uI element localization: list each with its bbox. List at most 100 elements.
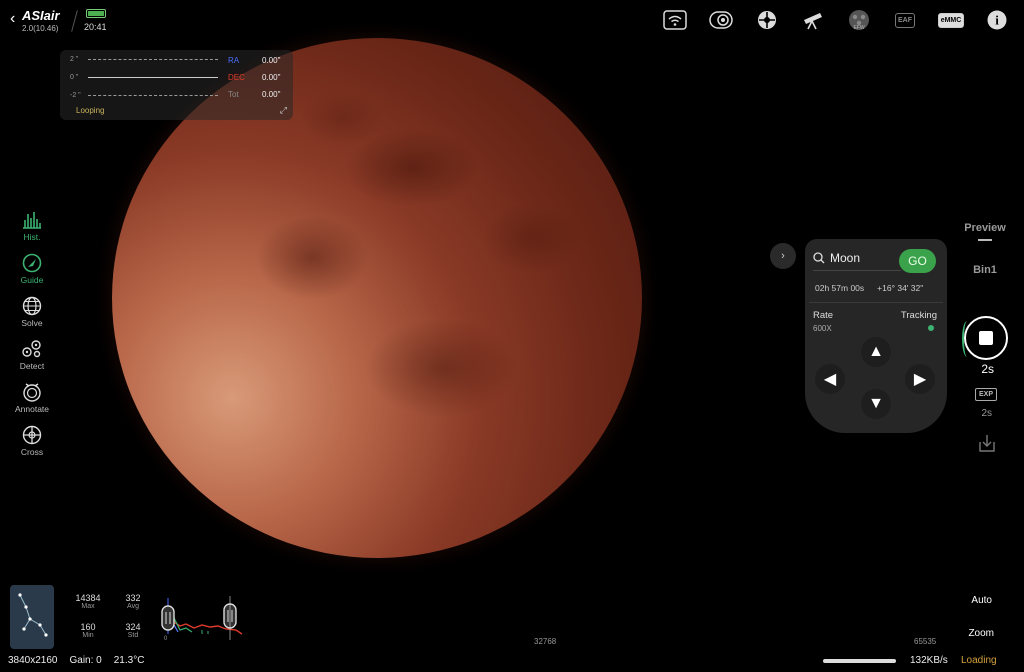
guide-status: Looping [76,106,105,115]
info-icon[interactable]: i [980,8,1014,32]
tool-guide[interactable]: Guide [10,253,54,296]
tool-label: Solve [21,318,43,328]
annotate-icon [23,383,41,402]
panel-collapse-button[interactable]: › [770,243,796,269]
tracking-status-dot [928,325,934,331]
status-bar: 3840x2160 Gain: 0 21.3°C [8,655,144,666]
search-icon [813,251,825,263]
guide-icon [22,253,42,273]
graph-row-top: 2 " [70,56,218,63]
emmc-label: eMMC [937,12,965,28]
crosshair-icon [22,425,42,445]
bin-setting[interactable]: Bin1 [962,264,1008,276]
stat-value: 324 [125,622,141,632]
stat-value: 160 [80,622,96,632]
stat-label: Max [81,603,95,610]
tool-solve[interactable]: Solve [10,296,54,339]
move-south-button[interactable]: ▼ [861,389,891,419]
stop-button[interactable] [962,316,1008,360]
stat-max: 14384 Max [70,593,106,610]
stat-value: 332 [125,593,141,603]
tool-label: Detect [19,361,45,371]
graph-line [88,95,218,96]
move-east-button[interactable]: ▶ [905,364,935,394]
stat-label: Min [82,632,94,639]
download-icon[interactable] [977,433,997,453]
y-label-mid: 0 " [70,74,79,81]
preview-indicator [978,239,992,241]
dec-label: DEC [228,73,245,82]
efw-label: EFW [853,25,864,31]
tool-cross[interactable]: Cross [10,425,54,468]
globe-icon [22,296,42,316]
move-west-button[interactable]: ◀ [815,364,845,394]
guide-graph[interactable]: 2 " 0 " -2 " RA DEC Tot 0.00" 0.00" 0.00… [60,50,293,120]
loading-status: Loading [961,655,997,666]
target-name: Moon [830,250,861,265]
ra-value: 0.00" [262,56,281,65]
stat-avg: 332 Avg [115,593,151,610]
move-north-button[interactable]: ▲ [861,337,891,367]
constellation-thumbnail[interactable] [10,585,54,649]
constellation-icon [18,593,48,637]
target-dec: +16° 34' 32" [877,283,924,293]
preview-mode[interactable]: Preview [962,222,1008,234]
gain: Gain: 0 [69,655,102,666]
tool-label: Hist. [23,232,41,242]
target-search[interactable]: Moon [813,245,901,271]
histogram-black-handle[interactable] [161,605,175,631]
tool-label: Guide [20,275,44,285]
divider [809,302,943,303]
target-coordinates: 02h 57m 00s +16° 34' 32" [815,283,923,293]
tot-label: Tot [228,90,239,99]
tool-label: Cross [20,447,44,457]
stop-icon [979,331,993,345]
hist-zero-label: 0 [164,636,168,640]
expand-icon[interactable]: ⤢ [280,105,287,116]
stat-value: 14384 [75,593,101,603]
histogram-icon [23,212,41,229]
exposure-setting[interactable]: 2s [981,408,992,419]
resolution: 3840x2160 [8,655,58,666]
left-toolbar: Hist. Guide Solve Detect Annotate Cross [10,210,54,468]
stat-std: 324 Std [115,622,151,639]
go-button[interactable]: GO [899,249,936,273]
y-label-top: 2 " [70,56,79,63]
rate-label[interactable]: Rate [813,310,833,321]
exp-button[interactable]: EXP [974,388,997,401]
rate-value[interactable]: 600X [813,324,832,333]
tool-annotate[interactable]: Annotate [10,382,54,425]
graph-line [88,59,218,60]
hist-mid-label: 32768 [534,637,557,646]
wifi-icon[interactable] [658,8,692,32]
battery-icon [86,9,106,18]
transfer-speed: 132KB/s [910,655,948,666]
hist-max-label: 65535 [914,637,937,646]
info-glyph: i [995,13,999,28]
graph-row-mid: 0 " [70,74,218,81]
camera-icon[interactable] [704,8,738,32]
zoom-button[interactable]: Zoom [968,628,994,639]
top-toolbar: EFW EAF eMMC i [658,8,1014,32]
tool-detect[interactable]: Detect [10,339,54,382]
tot-value: 0.00" [262,90,281,99]
temperature: 21.3°C [113,655,145,666]
efw-icon[interactable]: EFW [842,8,876,32]
eaf-icon[interactable]: EAF [888,8,922,32]
stat-min: 160 Min [70,622,106,639]
clock: 20:41 [84,22,107,32]
tool-label: Annotate [14,404,50,414]
back-button[interactable]: ‹ [10,10,15,28]
download-progress-bar [823,659,896,663]
version-label: 2.0(10.46) [22,24,59,33]
detect-icon [22,340,41,358]
auto-stretch-button[interactable]: Auto [971,595,992,606]
histogram[interactable]: 0 [160,596,244,640]
exposure-time: 2s [981,362,994,376]
target-icon[interactable] [750,8,784,32]
tracking-label[interactable]: Tracking [901,310,937,321]
emmc-icon[interactable]: eMMC [934,8,968,32]
telescope-icon[interactable] [796,8,830,32]
tool-hist[interactable]: Hist. [10,210,54,253]
dec-value: 0.00" [262,73,281,82]
